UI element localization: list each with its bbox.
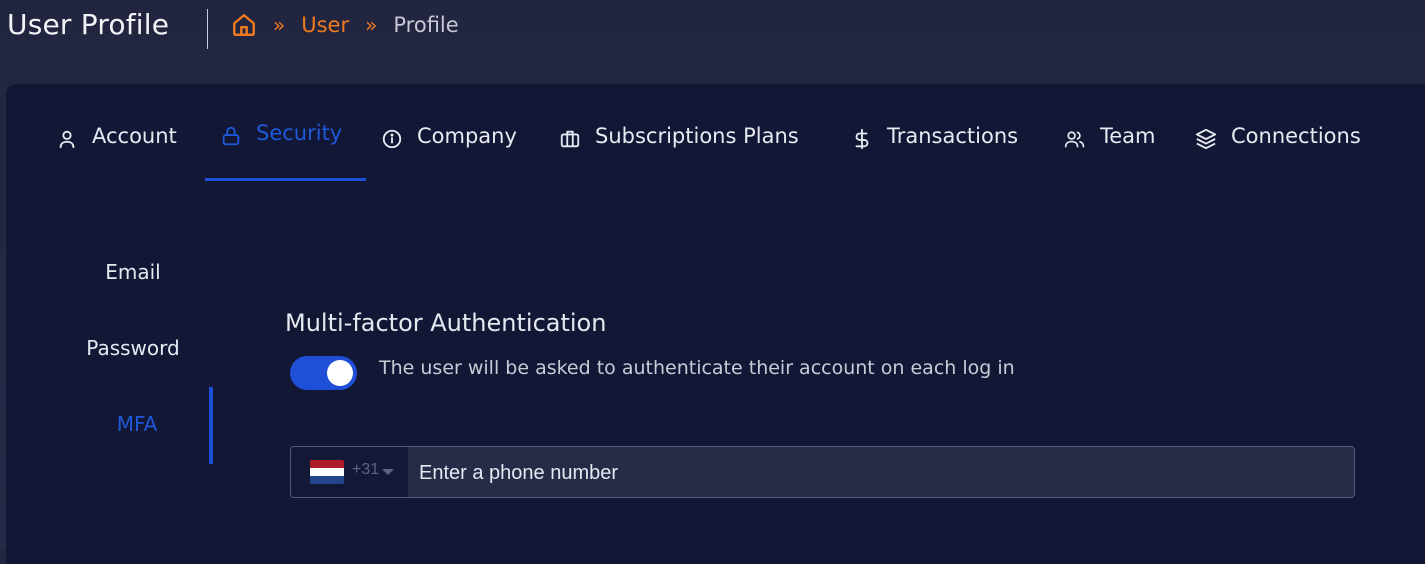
- breadcrumb-separator-icon: »: [365, 13, 378, 37]
- mfa-toggle[interactable]: [290, 356, 357, 390]
- tab-company[interactable]: Company: [381, 124, 517, 180]
- tab-transactions[interactable]: Transactions: [851, 124, 1018, 180]
- netherlands-flag-icon: [310, 460, 344, 484]
- tab-label: Transactions: [887, 124, 1019, 148]
- page-header: User Profile » User » Profile: [0, 0, 1425, 84]
- briefcase-icon: [559, 128, 581, 150]
- tab-security[interactable]: Security: [220, 121, 342, 177]
- breadcrumb: » User » Profile: [231, 12, 459, 38]
- title-divider: [207, 9, 208, 49]
- breadcrumb-user-link[interactable]: User: [301, 13, 349, 37]
- home-icon[interactable]: [231, 12, 257, 38]
- tab-label: Subscriptions Plans: [595, 124, 799, 148]
- mfa-description: The user will be asked to authenticate t…: [379, 357, 1015, 379]
- tab-label: Connections: [1231, 124, 1361, 148]
- info-icon: [381, 128, 403, 150]
- phone-number-input[interactable]: [408, 447, 1351, 497]
- side-item-email[interactable]: Email: [6, 260, 260, 284]
- users-icon: [1064, 128, 1086, 150]
- dial-code: +31: [352, 461, 380, 478]
- breadcrumb-current: Profile: [393, 13, 459, 37]
- page-title: User Profile: [7, 8, 170, 41]
- dollar-icon: [851, 128, 873, 150]
- breadcrumb-separator-icon: »: [273, 13, 286, 37]
- layers-icon: [1195, 128, 1217, 150]
- side-menu-active-indicator: [209, 387, 213, 464]
- country-code-selector[interactable]: +31: [291, 447, 408, 497]
- mfa-title: Multi-factor Authentication: [285, 309, 607, 337]
- profile-tabs: Account Security Company Subscriptions P…: [6, 84, 1425, 184]
- side-item-mfa[interactable]: MFA: [6, 412, 268, 436]
- tab-label: Company: [417, 124, 517, 148]
- active-tab-indicator: [205, 178, 366, 181]
- profile-card: Account Security Company Subscriptions P…: [6, 84, 1425, 564]
- tab-label: Security: [256, 121, 343, 145]
- tab-team[interactable]: Team: [1064, 124, 1156, 180]
- tab-subscriptions-plans[interactable]: Subscriptions Plans: [559, 124, 799, 180]
- phone-input-group: +31: [290, 446, 1355, 498]
- side-item-password[interactable]: Password: [6, 336, 260, 360]
- tab-label: Team: [1100, 124, 1156, 148]
- chevron-down-icon: [382, 469, 394, 475]
- security-side-menu: Email Password MFA: [6, 84, 216, 564]
- lock-icon: [220, 125, 242, 147]
- toggle-knob: [327, 360, 353, 386]
- tab-connections[interactable]: Connections: [1195, 124, 1361, 180]
